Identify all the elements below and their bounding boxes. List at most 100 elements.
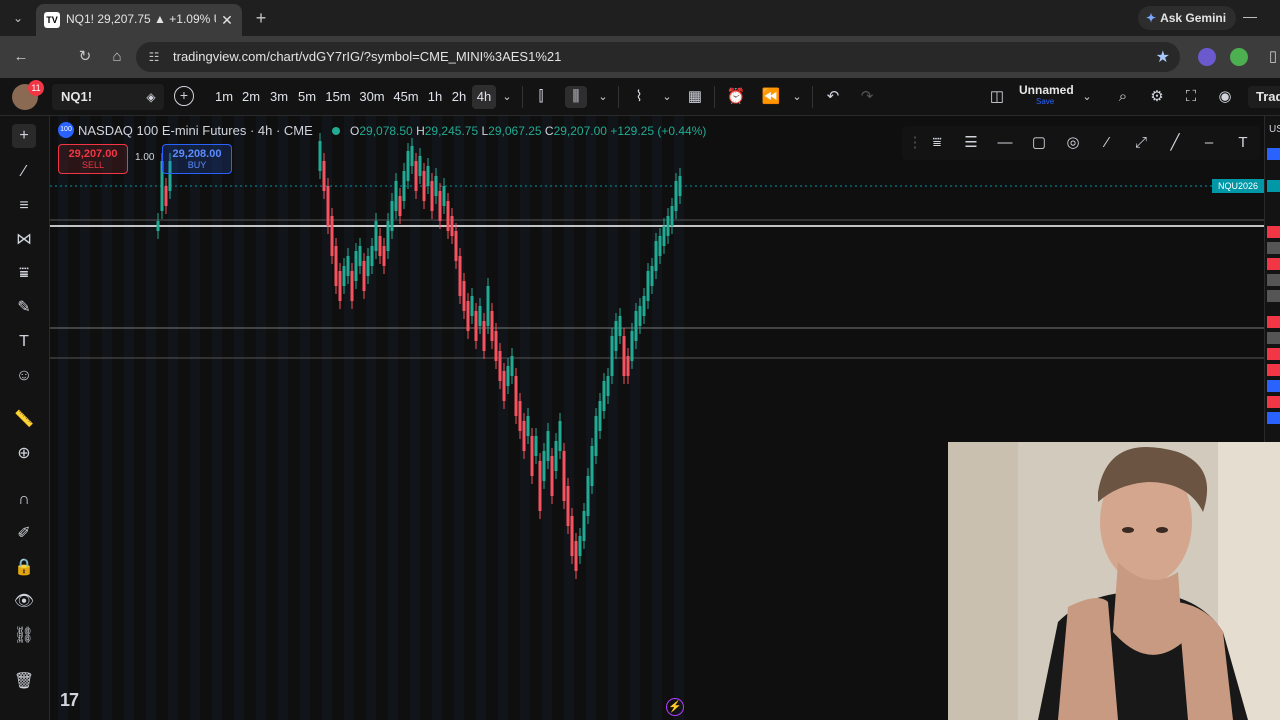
- horizontal-ray-icon[interactable]: ⩸: [926, 132, 948, 154]
- back-arrow-icon[interactable]: ←: [10, 46, 32, 68]
- interval-45m[interactable]: 45m: [391, 85, 421, 109]
- lightning-icon[interactable]: ⚡: [666, 698, 684, 716]
- interval-1m[interactable]: 1m: [212, 85, 236, 109]
- more-icon[interactable]: ▯: [1262, 46, 1280, 68]
- fullscreen-icon[interactable]: ⛶: [1180, 86, 1202, 108]
- emoji-icon[interactable]: ☺: [12, 364, 36, 388]
- circle-icon[interactable]: ◎: [1062, 132, 1084, 154]
- lock-icon[interactable]: 🔒: [12, 556, 36, 580]
- pattern-icon[interactable]: ⋈: [12, 228, 36, 252]
- settings-gear-icon[interactable]: ⚙: [1146, 86, 1168, 108]
- brush-icon[interactable]: ✎: [12, 296, 36, 320]
- interval-5m[interactable]: 5m: [295, 85, 319, 109]
- interval-dropdown-icon[interactable]: ⌄: [496, 86, 518, 108]
- candle-body: [482, 321, 486, 351]
- candle-body: [366, 256, 370, 276]
- fib-retracement-icon[interactable]: ≡: [12, 194, 36, 218]
- symbol-search[interactable]: NQ1! ◈: [52, 84, 164, 110]
- layout-grid-icon[interactable]: ▦: [684, 86, 706, 108]
- session-stripe: [630, 116, 640, 720]
- interval-1h[interactable]: 1h: [424, 85, 446, 109]
- trend-line-icon[interactable]: ⁄: [12, 160, 36, 184]
- buy-button[interactable]: 29,208.00 BUY: [162, 144, 232, 174]
- tradingview-logo-icon[interactable]: 17: [60, 690, 79, 711]
- horizontal-segment-icon[interactable]: –: [1198, 132, 1220, 154]
- tab-search-icon[interactable]: ⌄: [8, 8, 28, 28]
- interval-2m[interactable]: 2m: [239, 85, 263, 109]
- forecasting-icon[interactable]: ⩸: [12, 262, 36, 286]
- diamond-icon[interactable]: ◈: [142, 88, 160, 106]
- ruler-icon[interactable]: 📏: [12, 408, 36, 432]
- candle-body: [670, 206, 674, 226]
- drag-handle-icon[interactable]: ⋮: [904, 132, 926, 154]
- candle-body: [574, 541, 578, 571]
- candle-body: [646, 271, 650, 301]
- indicators-dropdown-icon[interactable]: ⌄: [656, 86, 678, 108]
- ohlc-values: O29,078.50 H29,245.75 L29,067.25 C29,207…: [350, 124, 706, 138]
- price-scale[interactable]: US: [1264, 116, 1280, 446]
- ray-icon[interactable]: ⁄: [1096, 132, 1118, 154]
- magnet-icon[interactable]: ∩: [12, 488, 36, 512]
- link-icon[interactable]: ⛓: [12, 624, 36, 648]
- sell-label: SELL: [81, 160, 105, 170]
- candle-body: [418, 156, 422, 176]
- interval-4h[interactable]: 4h: [472, 85, 496, 109]
- url-bar[interactable]: ☷ tradingview.com/chart/vdGY7rIG/?symbol…: [136, 42, 1180, 72]
- rectangle-icon[interactable]: ▢: [1028, 132, 1050, 154]
- crosshair-icon[interactable]: +: [12, 124, 36, 148]
- close-tab-icon[interactable]: ✕: [218, 11, 236, 29]
- line-icon[interactable]: ╱: [1164, 132, 1186, 154]
- chart-type-dropdown-icon[interactable]: ⌄: [592, 86, 614, 108]
- candle-body: [538, 461, 542, 511]
- bookmark-star-icon[interactable]: ★: [1156, 47, 1170, 67]
- redo-icon[interactable]: ↷: [856, 86, 878, 108]
- compare-add-icon[interactable]: +: [174, 86, 194, 106]
- candle-body: [338, 271, 342, 301]
- session-stripe: [256, 116, 266, 720]
- lock-pencil-icon[interactable]: ✐: [12, 522, 36, 546]
- eye-icon[interactable]: 👁: [12, 590, 36, 614]
- interval-3m[interactable]: 3m: [267, 85, 291, 109]
- layout-name[interactable]: Unnamed: [1019, 83, 1074, 97]
- indicators-icon[interactable]: ⌇: [628, 86, 650, 108]
- sell-button[interactable]: 29,207.00 SELL: [58, 144, 128, 174]
- candle-body: [566, 486, 570, 526]
- replay-icon[interactable]: ⏪: [760, 86, 782, 108]
- candle-body: [494, 331, 498, 361]
- open-value: 29,078.50: [359, 124, 413, 138]
- interval-2h[interactable]: 2h: [448, 85, 470, 109]
- fib-icon[interactable]: ☰: [960, 132, 982, 154]
- bar-style-icon[interactable]: ⫿: [530, 86, 552, 108]
- symbol-title[interactable]: NASDAQ 100 E-mini Futures · 4h · CME: [78, 123, 313, 138]
- url-text[interactable]: tradingview.com/chart/vdGY7rIG/?symbol=C…: [173, 49, 561, 64]
- candle-body: [422, 171, 426, 201]
- interval-30m[interactable]: 30m: [357, 85, 387, 109]
- ask-gemini-button[interactable]: ✦ Ask Gemini: [1138, 6, 1236, 30]
- home-icon[interactable]: ⌂: [106, 46, 128, 68]
- horizontal-line-icon[interactable]: —: [994, 132, 1016, 154]
- trade-button[interactable]: Trad: [1248, 86, 1280, 108]
- new-tab-button[interactable]: +: [250, 7, 272, 29]
- snapshot-camera-icon[interactable]: ◉: [1214, 86, 1236, 108]
- trash-icon[interactable]: 🗑: [12, 670, 36, 694]
- quick-search-icon[interactable]: ⌕: [1112, 86, 1134, 108]
- browser-tab[interactable]: TV NQ1! 29,207.75 ▲ +1.09% Unnamed ✕: [36, 4, 242, 36]
- replay-dropdown-icon[interactable]: ⌄: [786, 86, 808, 108]
- text-tool-icon[interactable]: T: [12, 330, 36, 354]
- candles-icon[interactable]: ⫼: [565, 86, 587, 108]
- alert-clock-icon[interactable]: ⏰: [725, 86, 747, 108]
- layout-save-label[interactable]: Save: [1036, 97, 1054, 106]
- extended-line-icon[interactable]: ⤢: [1130, 132, 1152, 154]
- minimize-window-icon[interactable]: —: [1240, 8, 1260, 28]
- layout-dropdown-icon[interactable]: ⌄: [1076, 86, 1098, 108]
- undo-icon[interactable]: ↶: [822, 86, 844, 108]
- zoom-in-icon[interactable]: ⊕: [12, 442, 36, 466]
- extension-icon[interactable]: [1198, 48, 1216, 66]
- text-icon[interactable]: T: [1232, 132, 1254, 154]
- interval-15m[interactable]: 15m: [323, 85, 353, 109]
- browser-tab-bar: ⌄ TV NQ1! 29,207.75 ▲ +1.09% Unnamed ✕ +…: [0, 0, 1280, 36]
- reload-icon[interactable]: ↻: [74, 46, 96, 68]
- panel-layout-icon[interactable]: ◫: [986, 86, 1008, 108]
- site-info-icon[interactable]: ☷: [146, 49, 162, 65]
- profile-extension-icon[interactable]: [1230, 48, 1248, 66]
